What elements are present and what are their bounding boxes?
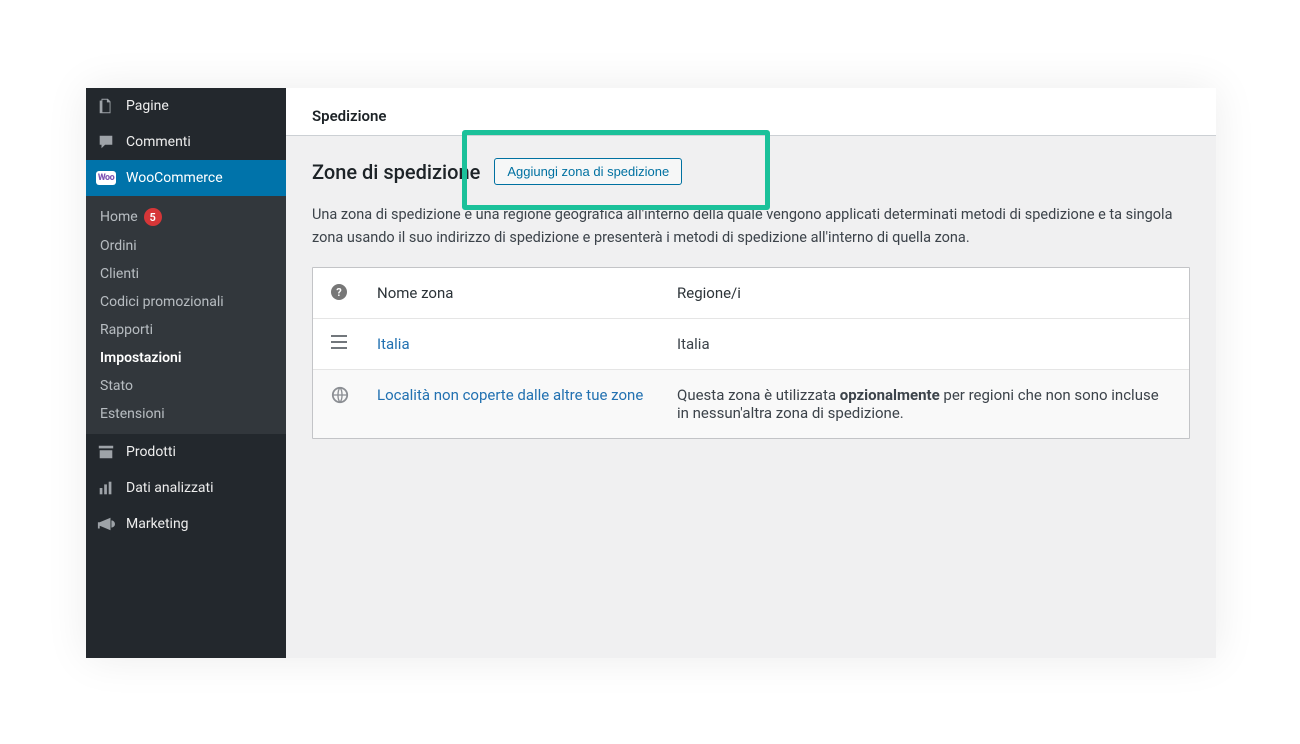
sub-item-codici[interactable]: Codici promozionali	[86, 288, 286, 316]
table-row: Italia Italia	[313, 319, 1189, 370]
sidebar-item-prodotti[interactable]: Prodotti	[86, 434, 286, 470]
zone-name-link[interactable]: Italia	[377, 335, 410, 353]
sidebar-item-label: Prodotti	[126, 444, 176, 460]
sub-item-rapporti[interactable]: Rapporti	[86, 316, 286, 344]
col-name-header: Nome zona	[377, 284, 677, 302]
zones-table: ? Nome zona Regione/i Italia Italia	[312, 267, 1190, 439]
table-row-rest: Località non coperte dalle altre tue zon…	[313, 370, 1189, 438]
sidebar-item-label: Dati analizzati	[126, 480, 214, 496]
sidebar-item-woocommerce[interactable]: Woo WooCommerce	[86, 160, 286, 196]
globe-icon	[331, 386, 349, 404]
rest-icon-cell	[331, 386, 377, 404]
col-region-header: Regione/i	[677, 284, 1171, 302]
sub-item-impostazioni[interactable]: Impostazioni	[86, 344, 286, 372]
comments-icon	[96, 132, 116, 152]
content-area: Zone di spedizione Aggiungi zona di sped…	[286, 136, 1216, 461]
sub-item-home[interactable]: Home 5	[86, 202, 286, 232]
sidebar-item-label: Marketing	[126, 516, 189, 532]
pages-icon	[96, 96, 116, 116]
sub-item-estensioni[interactable]: Estensioni	[86, 400, 286, 428]
zone-region: Italia	[677, 335, 1171, 353]
rest-zone-link[interactable]: Località non coperte dalle altre tue zon…	[377, 386, 643, 404]
tab-spedizione[interactable]: Spedizione	[312, 107, 386, 125]
heading-row: Zone di spedizione Aggiungi zona di sped…	[312, 158, 1190, 185]
marketing-icon	[96, 514, 116, 534]
sidebar-item-commenti[interactable]: Commenti	[86, 124, 286, 160]
add-shipping-zone-button[interactable]: Aggiungi zona di spedizione	[494, 158, 682, 185]
drag-handle[interactable]	[331, 335, 377, 349]
sidebar-item-label: Commenti	[126, 134, 191, 150]
admin-sidebar: Pagine Commenti Woo WooCommerce Home 5 O…	[86, 88, 286, 658]
sidebar-item-pagine[interactable]: Pagine	[86, 88, 286, 124]
drag-icon	[331, 335, 347, 349]
sidebar-item-label: Pagine	[126, 98, 169, 114]
table-header: ? Nome zona Regione/i	[313, 268, 1189, 319]
help-icon[interactable]: ?	[331, 284, 347, 300]
sidebar-item-label: WooCommerce	[126, 170, 223, 186]
home-badge: 5	[144, 208, 162, 226]
sub-item-label: Home	[100, 209, 138, 225]
page-description: Una zona di spedizione è una regione geo…	[312, 203, 1190, 249]
page-heading: Zone di spedizione	[312, 160, 480, 184]
sidebar-item-marketing[interactable]: Marketing	[86, 506, 286, 542]
sub-item-ordini[interactable]: Ordini	[86, 232, 286, 260]
sub-item-stato[interactable]: Stato	[86, 372, 286, 400]
sub-item-clienti[interactable]: Clienti	[86, 260, 286, 288]
woocommerce-icon: Woo	[96, 168, 116, 188]
rest-zone-region: Questa zona è utilizzata opzionalmente p…	[677, 386, 1171, 422]
col-handle-header: ?	[331, 284, 377, 300]
sidebar-item-dati[interactable]: Dati analizzati	[86, 470, 286, 506]
settings-tabbar: Spedizione	[286, 88, 1216, 136]
app-frame: Pagine Commenti Woo WooCommerce Home 5 O…	[86, 88, 1216, 658]
woocommerce-submenu: Home 5 Ordini Clienti Codici promozional…	[86, 196, 286, 434]
analytics-icon	[96, 478, 116, 498]
products-icon	[96, 442, 116, 462]
main-area: Spedizione Zone di spedizione Aggiungi z…	[286, 88, 1216, 658]
